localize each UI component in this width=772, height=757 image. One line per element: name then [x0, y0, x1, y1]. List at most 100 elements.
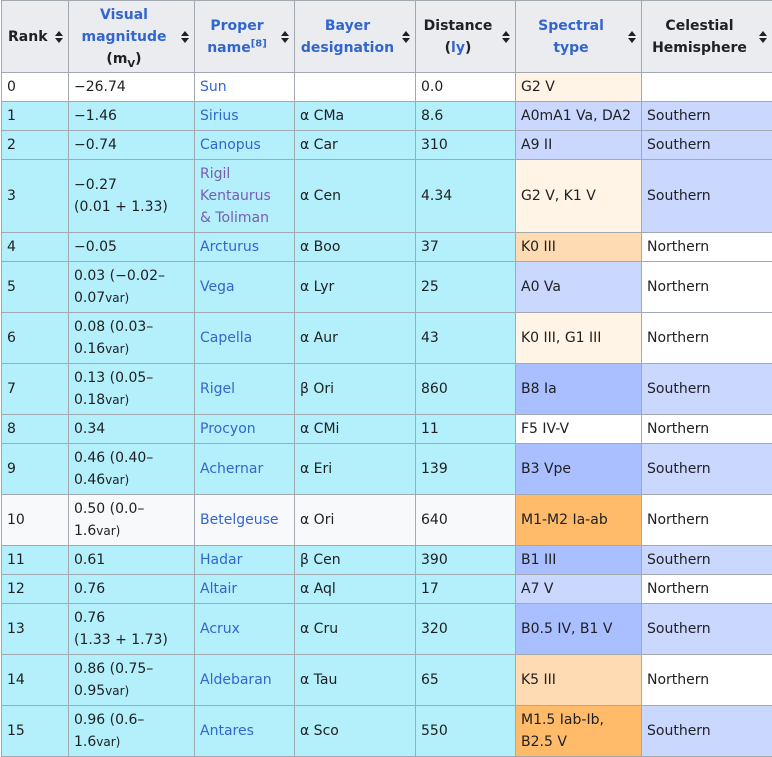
distance-cell: 43: [416, 313, 516, 364]
col-header-proper-name[interactable]: Proper name[8]: [195, 1, 295, 73]
sort-icon[interactable]: [181, 31, 189, 43]
star-name-link[interactable]: Aldebaran: [200, 672, 272, 688]
magnitude-value: −1.46: [74, 108, 117, 124]
sort-icon[interactable]: [759, 31, 767, 43]
rank-cell: 5: [2, 262, 69, 313]
rank-cell: 1: [2, 102, 69, 131]
star-name-text: Aldebaran: [200, 672, 272, 688]
hemisphere-cell: Northern: [642, 262, 772, 313]
magnitude-cell: −1.46: [69, 102, 195, 131]
distance-cell: 320: [416, 604, 516, 655]
magnitude-value: −0.05: [74, 239, 117, 255]
sort-icon[interactable]: [502, 31, 510, 43]
spectral-type-link[interactable]: Spectral type: [538, 18, 604, 56]
table-row: 110.61Hadarβ Cen390B1 IIISouthern: [2, 546, 772, 575]
distance-cell: 8.6: [416, 102, 516, 131]
spectral-type-text: A9 II: [521, 137, 552, 153]
hemisphere-cell: Southern: [642, 444, 772, 495]
star-name-link[interactable]: Achernar: [200, 461, 263, 477]
proper-name-cell: Rigel: [195, 364, 295, 415]
spectral-type-cell: A0mA1 Va, DA2: [516, 102, 642, 131]
visual-magnitude-unit: (mV): [106, 51, 141, 67]
visual-magnitude-link[interactable]: Visual magnitude: [82, 7, 167, 45]
col-header-visual-magnitude[interactable]: Visual magnitude (mV): [69, 1, 195, 73]
col-header-bayer-designation[interactable]: Bayer designation: [295, 1, 416, 73]
variable-suffix: var): [105, 684, 129, 698]
bayer-cell: α Sco: [295, 706, 416, 757]
star-name-link[interactable]: Vega: [200, 279, 235, 295]
table-row: 50.03 (−0.02–0.07var)Vegaα Lyr25A0 VaNor…: [2, 262, 772, 313]
spectral-type-text: M1-M2 Ia-ab: [521, 512, 608, 528]
table-row: 150.96 (0.6–1.6var)Antaresα Sco550M1.5 I…: [2, 706, 772, 757]
sort-icon[interactable]: [55, 31, 63, 43]
proper-name-link[interactable]: Proper name: [207, 18, 263, 56]
hemisphere-cell: Southern: [642, 102, 772, 131]
star-name-link[interactable]: Canopus: [200, 137, 261, 153]
light-year-link[interactable]: ly: [451, 40, 465, 56]
table-row: 2−0.74Canopusα Car310A9 IISouthern: [2, 131, 772, 160]
spectral-type-text: B2.5 V: [521, 734, 567, 750]
magnitude-range: (0.01 + 1.33): [74, 199, 168, 215]
distance-cell: 0.0: [416, 73, 516, 102]
proper-name-cell: Sirius: [195, 102, 295, 131]
table-row: 90.46 (0.40–0.46var)Achernarα Eri139B3 V…: [2, 444, 772, 495]
distance-cell: 11: [416, 415, 516, 444]
variable-suffix: var): [96, 524, 120, 538]
magnitude-cell: −0.05: [69, 233, 195, 262]
spectral-type-text: B3 Vpe: [521, 461, 571, 477]
magnitude-cell: 0.96 (0.6–1.6var): [69, 706, 195, 757]
spectral-type-cell: K0 III: [516, 233, 642, 262]
rank-cell: 7: [2, 364, 69, 415]
hemisphere-cell: Northern: [642, 233, 772, 262]
table-row: 80.34Procyonα CMi11F5 IV-VNorthern: [2, 415, 772, 444]
star-name-link[interactable]: Betelgeuse: [200, 512, 279, 528]
bayer-designation-link[interactable]: Bayer designation: [301, 18, 394, 56]
col-header-rank[interactable]: Rank: [2, 1, 69, 73]
col-header-distance[interactable]: Distance (ly): [416, 1, 516, 73]
star-name-link[interactable]: Rigel: [200, 381, 235, 397]
sort-icon[interactable]: [281, 31, 289, 43]
magnitude-cell: 0.61: [69, 546, 195, 575]
magnitude-range: (1.33 + 1.73): [74, 632, 168, 648]
variable-suffix: var): [105, 393, 129, 407]
star-name-link[interactable]: Arcturus: [200, 239, 259, 255]
table-row: 1 −1.46 Sirius α CMa8.6A0mA1 Va, DA2Souther…: [2, 102, 772, 131]
bayer-cell: α Ori: [295, 495, 416, 546]
table-row: 0−26.74Sun0.0G2 V: [2, 73, 772, 102]
star-name-link[interactable]: RigilKentaurus& Toliman: [200, 166, 271, 226]
bayer-cell: [295, 73, 416, 102]
bayer-cell: α CMa: [295, 102, 416, 131]
star-name-text: Antares: [200, 723, 254, 739]
star-name-text: Altair: [200, 581, 237, 597]
sort-icon[interactable]: [402, 31, 410, 43]
star-name-link[interactable]: Hadar: [200, 552, 242, 568]
variable-suffix: var): [105, 342, 129, 356]
table-row: 4−0.05Arcturusα Boo37K0 IIINorthern: [2, 233, 772, 262]
star-name-link[interactable]: Capella: [200, 330, 252, 346]
star-name-link[interactable]: Altair: [200, 581, 237, 597]
rank-cell: 8: [2, 415, 69, 444]
rank-cell: 12: [2, 575, 69, 604]
star-name-text: Kentaurus: [200, 188, 271, 204]
proper-name-cell: Acrux: [195, 604, 295, 655]
spectral-type-cell: B0.5 IV, B1 V: [516, 604, 642, 655]
star-name-text: Hadar: [200, 552, 242, 568]
star-name-link[interactable]: Sun: [200, 79, 227, 95]
star-name-text: Arcturus: [200, 239, 259, 255]
star-name-link[interactable]: Acrux: [200, 621, 240, 637]
star-name-link[interactable]: Procyon: [200, 421, 256, 437]
proper-name-cell: Capella: [195, 313, 295, 364]
col-header-spectral-type[interactable]: Spectral type: [516, 1, 642, 73]
magnitude-cell: 0.86 (0.75–0.95var): [69, 655, 195, 706]
star-name-link[interactable]: Antares: [200, 723, 254, 739]
magnitude-range: 0.07: [74, 290, 105, 306]
col-header-celestial-hemisphere[interactable]: Celestial Hemisphere: [642, 1, 772, 73]
magnitude-value: 0.03 (−0.02–: [74, 268, 165, 284]
spectral-type-text: A0 Va: [521, 279, 561, 295]
hemisphere-cell: Southern: [642, 364, 772, 415]
sort-icon[interactable]: [628, 31, 636, 43]
reference-8-link[interactable]: [8]: [251, 38, 267, 49]
variable-suffix: var): [105, 291, 129, 305]
spectral-type-text: B0.5 IV, B1 V: [521, 621, 612, 637]
star-name-link[interactable]: Sirius: [200, 108, 239, 124]
